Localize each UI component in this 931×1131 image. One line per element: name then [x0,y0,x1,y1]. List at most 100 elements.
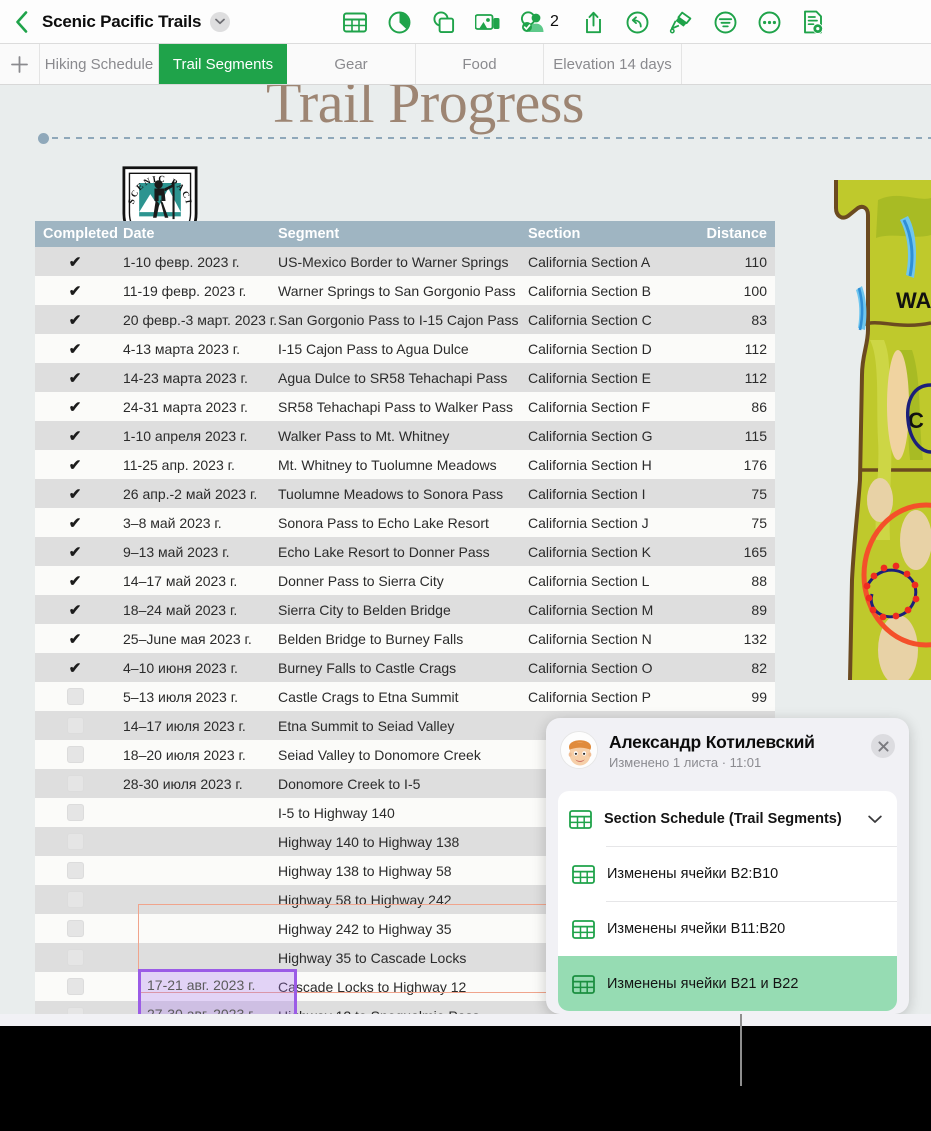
cell-date[interactable]: 25–June мая 2023 г. [115,624,270,653]
completed-checkbox-empty[interactable] [35,914,115,943]
table-row[interactable]: ✔ 24-31 марта 2023 г. SR58 Tehachapi Pass … [35,392,775,421]
completed-checkbox-empty[interactable] [35,943,115,972]
cell-segment[interactable]: I-5 to Highway 140 [270,798,520,827]
table-row[interactable]: ✔ 9–13 май 2023 г. Echo Lake Resort to Don… [35,537,775,566]
cell-segment[interactable]: Highway 242 to Highway 35 [270,914,520,943]
completed-checkbox-empty[interactable] [35,711,115,740]
completed-checkbox-checked[interactable]: ✔ [35,305,115,334]
table-row[interactable]: ✔ 25–June мая 2023 г. Belden Bridge to Bur… [35,624,775,653]
insert-table-icon[interactable] [333,0,377,44]
completed-checkbox-checked[interactable]: ✔ [35,421,115,450]
cell-date[interactable]: 14–17 май 2023 г. [115,566,270,595]
cell-distance[interactable]: 83 [685,305,775,334]
activity-change-row[interactable]: Изменены ячейки B11:B20 [558,901,897,956]
completed-checkbox-empty[interactable] [35,769,115,798]
cell-date[interactable]: 4-13 марта 2023 г. [115,334,270,363]
cell-date[interactable]: 18–20 июля 2023 г. [115,740,270,769]
cell-date[interactable]: 28-30 июля 2023 г. [115,769,270,798]
cell-section[interactable]: California Section D [520,334,685,363]
completed-checkbox-empty[interactable] [35,798,115,827]
cell-section[interactable]: California Section K [520,537,685,566]
cell-segment[interactable]: Walker Pass to Mt. Whitney [270,421,520,450]
cell-section[interactable]: California Section B [520,276,685,305]
cell-section[interactable]: California Section A [520,247,685,276]
table-row[interactable]: ✔ 3–8 май 2023 г. Sonora Pass to Echo Lake… [35,508,775,537]
cell-distance[interactable]: 100 [685,276,775,305]
cell-date[interactable]: 5–13 июля 2023 г. [115,682,270,711]
completed-checkbox-checked[interactable]: ✔ [35,334,115,363]
cell-segment[interactable]: San Gorgonio Pass to I-15 Cajon Pass [270,305,520,334]
cell-segment[interactable]: US-Mexico Border to Warner Springs [270,247,520,276]
cell-distance[interactable]: 112 [685,363,775,392]
sheet-title[interactable]: Trail Progress [266,85,584,136]
cell-date[interactable]: 20 февр.-3 март. 2023 г. [115,305,277,334]
cell-date[interactable] [115,914,270,943]
chevron-down-icon[interactable] [868,811,882,829]
column-header-segment[interactable]: Segment [270,221,520,247]
cell-distance[interactable]: 86 [685,392,775,421]
cell-segment[interactable]: Donner Pass to Sierra City [270,566,520,595]
cell-date[interactable]: 17-21 авг. 2023 г. [115,798,270,827]
cell-segment[interactable]: Echo Lake Resort to Donner Pass [270,537,520,566]
cell-section[interactable]: California Section P [520,682,685,711]
cell-distance[interactable]: 110 [685,247,775,276]
completed-checkbox-empty[interactable] [35,885,115,914]
completed-checkbox-checked[interactable]: ✔ [35,653,115,682]
cell-segment[interactable]: Castle Crags to Etna Summit [270,682,520,711]
completed-checkbox-checked[interactable]: ✔ [35,479,115,508]
cell-segment[interactable]: Burney Falls to Castle Crags [270,653,520,682]
cell-date[interactable]: 11-19 февр. 2023 г. [115,276,270,305]
cell-section[interactable]: California Section G [520,421,685,450]
table-row[interactable]: ✔ 1-10 февр. 2023 г. US-Mexico Border to W… [35,247,775,276]
cell-segment[interactable]: Mt. Whitney to Tuolumne Meadows [270,450,520,479]
chevron-down-icon[interactable] [210,11,231,32]
cell-date[interactable]: 18–24 май 2023 г. [115,595,270,624]
cell-date[interactable]: 14–17 июля 2023 г. [115,711,270,740]
tab-food[interactable]: Food [416,44,544,84]
completed-checkbox-checked[interactable]: ✔ [35,363,115,392]
cell-segment[interactable]: SR58 Tehachapi Pass to Walker Pass [270,392,520,421]
cell-segment[interactable]: I-15 Cajon Pass to Agua Dulce [270,334,520,363]
cell-segment[interactable]: Sierra City to Belden Bridge [270,595,520,624]
table-row[interactable]: ✔ 1-10 апреля 2023 г. Walker Pass to Mt. W… [35,421,775,450]
completed-checkbox-checked[interactable]: ✔ [35,392,115,421]
completed-checkbox-empty[interactable] [35,827,115,856]
cell-distance[interactable]: 75 [685,479,775,508]
cell-segment[interactable]: Warner Springs to San Gorgonio Pass [270,276,520,305]
cell-section[interactable]: California Section L [520,566,685,595]
completed-checkbox-checked[interactable]: ✔ [35,566,115,595]
cell-section[interactable]: California Section C [520,305,685,334]
add-sheet-button[interactable] [0,44,40,84]
cell-segment[interactable]: Highway 35 to Cascade Locks [270,943,520,972]
cell-date[interactable]: 27-30 авг. 2023 г. [115,827,270,856]
cell-distance[interactable]: 112 [685,334,775,363]
cell-date[interactable] [115,856,270,885]
insert-media-icon[interactable] [465,0,509,44]
tab-elevation-14-days[interactable]: Elevation 14 days [544,44,682,84]
cell-section[interactable]: California Section I [520,479,685,508]
cell-date[interactable]: 11-25 апр. 2023 г. [115,450,270,479]
cell-segment[interactable]: Highway 140 to Highway 138 [270,827,520,856]
cell-distance[interactable]: 165 [685,537,775,566]
completed-checkbox-empty[interactable] [35,972,115,1001]
cell-segment[interactable]: Sonora Pass to Echo Lake Resort [270,508,520,537]
collaborate-icon[interactable]: 2 [509,0,571,44]
share-icon[interactable] [571,0,615,44]
completed-checkbox-empty[interactable] [35,682,115,711]
table-row[interactable]: ✔ 18–24 май 2023 г. Sierra City to Belden … [35,595,775,624]
cell-section[interactable]: California Section J [520,508,685,537]
undo-icon[interactable] [615,0,659,44]
cell-date[interactable]: 4–10 июня 2023 г. [115,653,270,682]
document-activity-icon[interactable] [791,0,835,44]
more-icon[interactable] [747,0,791,44]
cell-section[interactable]: California Section M [520,595,685,624]
cell-date[interactable] [115,885,270,914]
cell-distance[interactable]: 132 [685,624,775,653]
table-row[interactable]: ✔ 4–10 июня 2023 г. Burney Falls to Castle… [35,653,775,682]
collaborator-activity-popup[interactable]: Александр Котилевский Изменено 1 листа ·… [546,718,909,1014]
cell-distance[interactable]: 176 [685,450,775,479]
completed-checkbox-checked[interactable]: ✔ [35,595,115,624]
activity-sheet-row[interactable]: Section Schedule (Trail Segments) [558,791,897,846]
table-row[interactable]: ✔ 4-13 марта 2023 г. I-15 Cajon Pass to Ag… [35,334,775,363]
drag-handle[interactable] [38,133,49,144]
